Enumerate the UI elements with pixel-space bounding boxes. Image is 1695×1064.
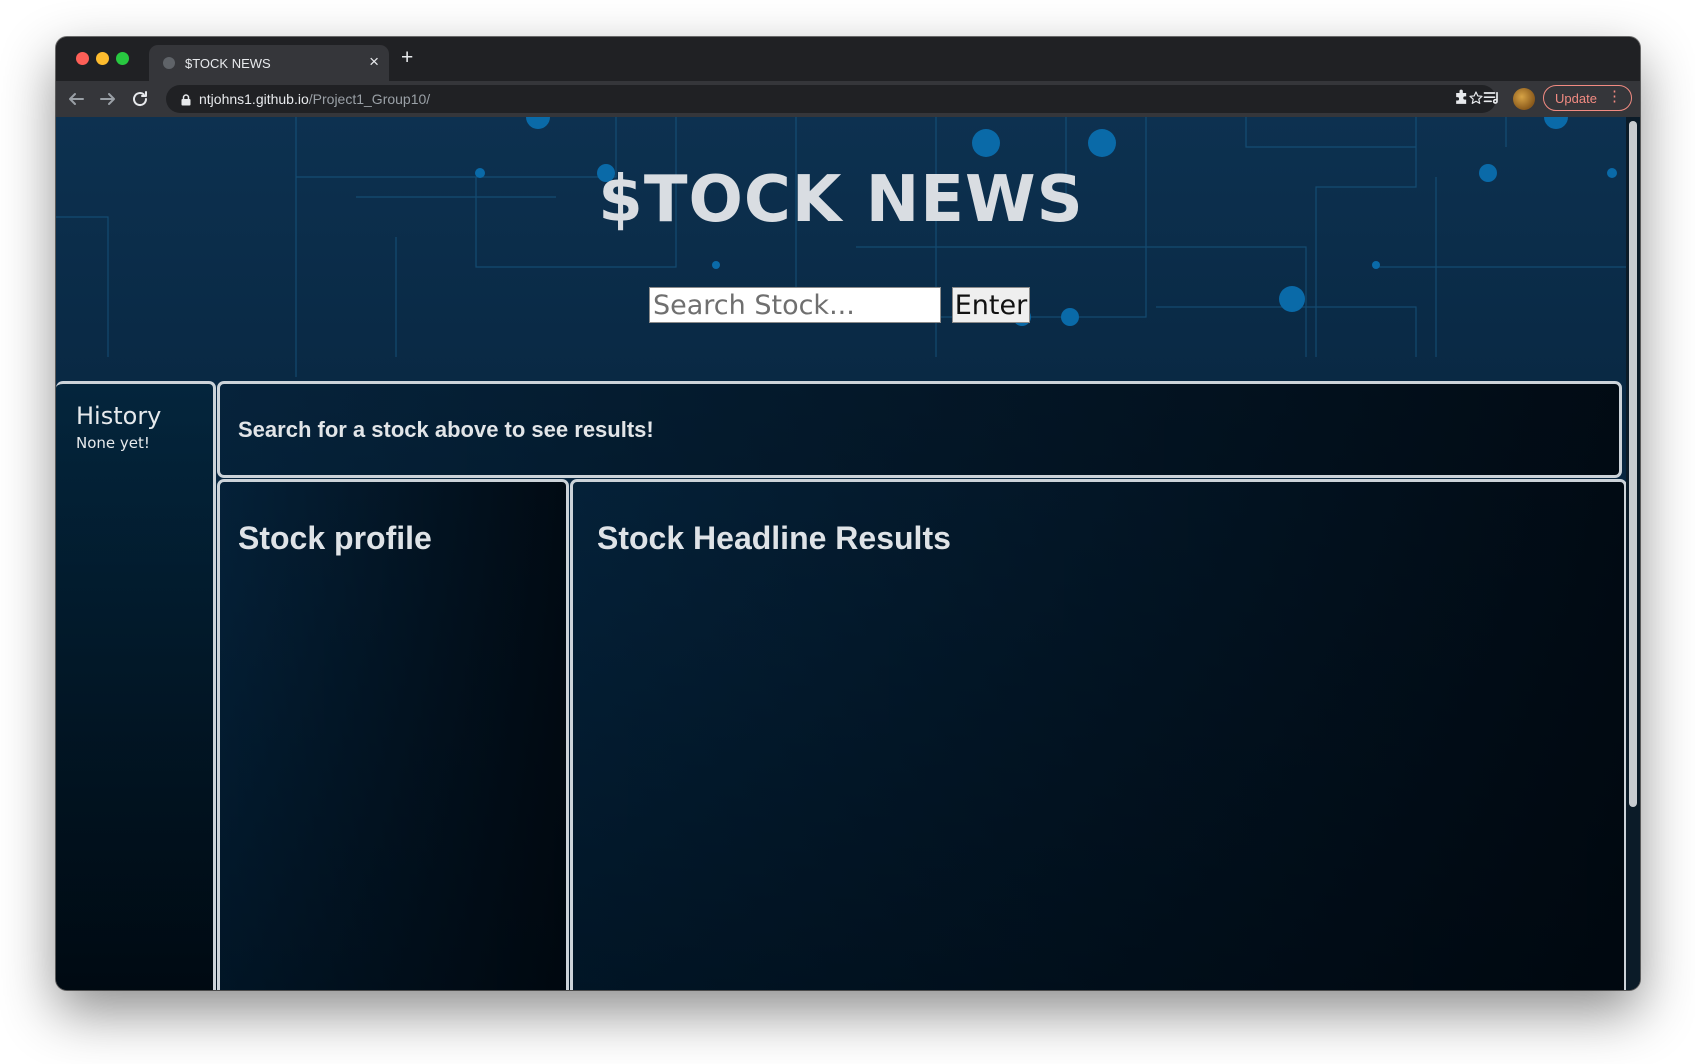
headline-results-panel: Stock Headline Results — [570, 479, 1627, 990]
maximize-window-button[interactable] — [116, 52, 129, 65]
url-host: ntjohns1.github.io — [199, 91, 309, 107]
tab-title: $TOCK NEWS — [185, 56, 271, 71]
minimize-window-button[interactable] — [96, 52, 109, 65]
headline-results-heading: Stock Headline Results — [597, 520, 951, 556]
kebab-menu-icon[interactable]: ⋮ — [1607, 88, 1622, 106]
url-text[interactable]: ntjohns1.github.io/Project1_Group10/ — [199, 91, 430, 107]
close-window-button[interactable] — [76, 52, 89, 65]
browser-tab[interactable]: $TOCK NEWS × — [149, 45, 389, 81]
new-tab-icon[interactable]: + — [401, 47, 413, 69]
site-title: $TOCK NEWS — [598, 163, 1084, 237]
address-bar[interactable]: ntjohns1.github.io/Project1_Group10/ — [166, 85, 1496, 113]
media-queue-icon[interactable] — [1482, 88, 1502, 108]
history-title: History — [76, 402, 162, 430]
page-viewport: $TOCK NEWS Enter History None yet! Searc… — [56, 117, 1640, 990]
scrollbar-thumb[interactable] — [1629, 121, 1637, 807]
history-panel: History None yet! — [56, 381, 216, 990]
back-arrow-icon[interactable] — [64, 87, 88, 111]
enter-button[interactable]: Enter — [952, 287, 1030, 323]
page-scrollbar[interactable] — [1626, 117, 1640, 990]
search-prompt-text: Search for a stock above to see results! — [238, 417, 654, 442]
history-empty-text: None yet! — [76, 434, 150, 452]
stock-profile-heading: Stock profile — [238, 520, 432, 556]
extensions-puzzle-icon[interactable] — [1452, 88, 1472, 108]
favicon-icon — [163, 57, 175, 69]
close-tab-icon[interactable]: × — [369, 53, 379, 71]
profile-avatar[interactable] — [1513, 88, 1535, 110]
stock-profile-panel: Stock profile — [217, 479, 569, 990]
tab-strip: $TOCK NEWS × + — [56, 37, 1640, 81]
url-path: /Project1_Group10/ — [308, 91, 431, 107]
browser-window: $TOCK NEWS × + ntjohns1.github.io/Projec… — [56, 37, 1640, 990]
search-input[interactable] — [649, 287, 941, 323]
results-prompt-panel: Search for a stock above to see results! — [217, 381, 1622, 478]
reload-icon[interactable] — [128, 87, 152, 111]
update-label: Update — [1555, 91, 1597, 106]
lock-icon[interactable] — [181, 93, 191, 111]
browser-toolbar: ntjohns1.github.io/Project1_Group10/ Upd… — [56, 81, 1640, 117]
forward-arrow-icon[interactable] — [96, 87, 120, 111]
update-button[interactable]: Update ⋮ — [1543, 85, 1632, 111]
